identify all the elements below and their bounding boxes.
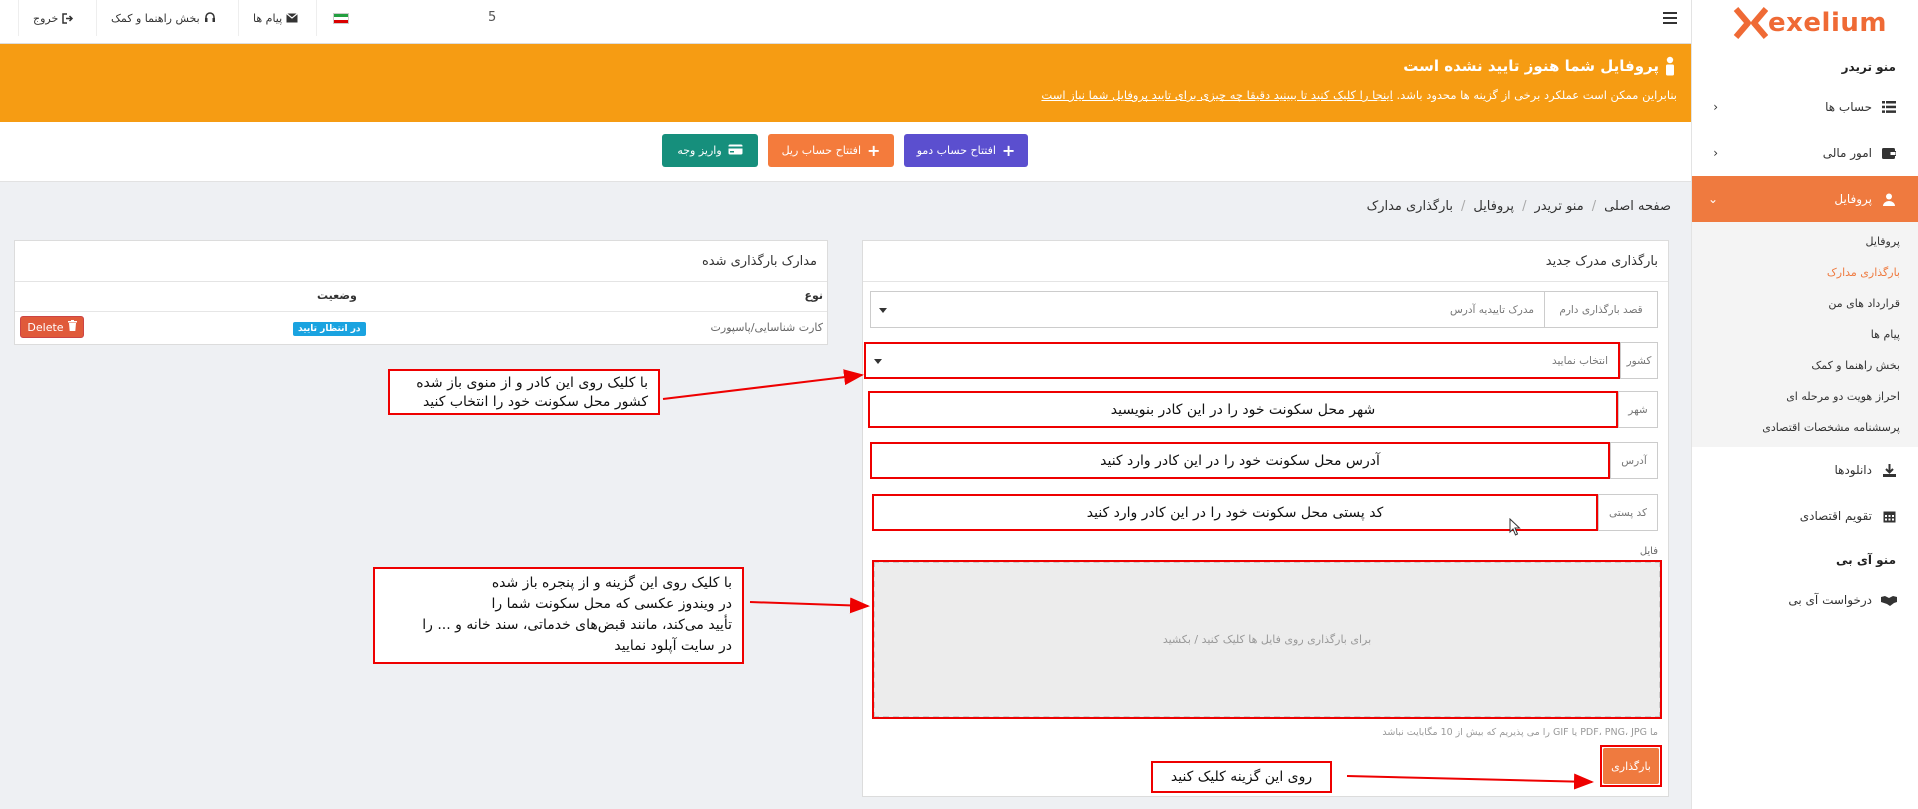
credit-card-icon [728,144,743,158]
delete-button[interactable]: Delete [20,316,84,338]
banner-text: بنابراین ممکن است عملکرد برخی از گزینه ه… [1396,88,1677,102]
upload-panel-title: بارگذاری مدرک جدید [863,241,1668,282]
submenu-item-messages[interactable]: پیام ها [1692,319,1918,350]
headset-icon [204,12,216,24]
submenu-item-contracts[interactable]: قرارداد های من [1692,288,1918,319]
sidebar-item-finance[interactable]: امور مالی ‹ [1692,130,1918,176]
plus-icon: + [867,140,881,160]
ib-menu-title: منو آی بی [1836,553,1896,567]
sidebar-item-accounts[interactable]: حساب ها ‹ [1692,84,1918,130]
breadcrumb-home[interactable]: صفحه اصلی [1604,199,1671,214]
language-flag[interactable] [316,0,364,36]
country-select[interactable]: انتخاب نمایید [864,342,1620,379]
trader-menu-title: منو تریدر [1841,60,1896,74]
chevron-down-icon [874,358,882,364]
trash-icon [67,320,77,334]
postal-code-input[interactable]: کد پستی محل سکونت خود را در این کادر وار… [872,494,1598,531]
chevron-down-icon [879,307,887,313]
status-badge: در انتظار تایید [293,322,366,336]
document-type-cell: کارت شناسایی/پاسپورت [710,321,823,334]
sign-out-icon [62,12,74,24]
column-status: وضعیت [317,289,357,302]
help-link[interactable]: بخش راهنما و کمک [96,0,230,36]
chevron-down-icon: ⌄ [1707,192,1718,206]
chevron-left-icon: ‹ [1713,146,1718,160]
exelium-logo-icon [1732,5,1769,41]
sidebar: exelium منو تریدر حساب ها ‹ امور مالی ‹ … [1691,0,1918,809]
open-demo-account-button[interactable]: + افتتاح حساب دمو [904,134,1028,167]
sidebar-item-profile[interactable]: پروفایل ⌄ [1692,176,1918,222]
country-annotation: با کلیک روی این کادر و از منوی باز شده ک… [388,369,660,415]
postal-instruction: کد پستی محل سکونت خود را در این کادر وار… [872,494,1598,531]
banner-title: پروفایل شما هنوز تایید نشده است [1403,57,1659,75]
notification-count: 5 [488,10,497,25]
open-real-account-button[interactable]: + افتتاح حساب ریل [768,134,894,167]
list-icon [1880,101,1898,113]
profile-warning-banner: پروفایل شما هنوز تایید نشده است بنابراین… [0,44,1691,122]
file-label: فایل [1639,546,1658,557]
address-row: آدرس آدرس محل سکونت خود را در این کادر و… [870,442,1658,479]
postal-label: کد پستی [1598,494,1658,531]
document-type-select[interactable]: مدرک تاییدیه آدرس [870,291,1544,328]
file-hint: ما PDF، PNG، JPG یا GIF را می پذیریم که … [1382,727,1658,738]
chevron-left-icon: ‹ [1713,100,1718,114]
wallet-icon [1880,147,1898,159]
address-label: آدرس [1610,442,1658,479]
upload-submit-button[interactable]: بارگذاری [1603,748,1659,784]
plus-icon: + [1001,140,1016,160]
download-icon [1880,463,1898,477]
breadcrumb-current: بارگذاری مدارک [1366,199,1453,214]
country-row: کشور انتخاب نمایید [864,342,1658,379]
city-instruction: شهر محل سکونت خود را در این کادر بنویسید [868,391,1618,428]
handshake-icon [1880,595,1898,606]
city-row: شهر شهر محل سکونت خود را در این کادر بنو… [868,391,1658,428]
envelope-icon [286,13,299,23]
sidebar-item-ib-request[interactable]: درخواست آی بی [1692,577,1918,623]
file-dropzone[interactable]: برای بارگذاری روی فایل ها کلیک کنید / بک… [873,561,1661,718]
country-arrow [662,369,864,400]
logout-link[interactable]: خروج [18,0,88,36]
city-label: شهر [1618,391,1658,428]
user-icon [1663,56,1677,76]
action-bar: + افتتاح حساب دمو + افتتاح حساب ریل واری… [0,122,1691,182]
submenu-item-profile[interactable]: پروفایل [1692,226,1918,257]
mouse-cursor-icon [1509,517,1521,539]
brand-logo[interactable]: exelium [1692,0,1918,46]
uploaded-panel-title: مدارک بارگذاری شده [15,241,827,282]
postal-row: کد پستی کد پستی محل سکونت خود را در این … [872,494,1658,531]
upload-document-panel: بارگذاری مدرک جدید قصد بارگذاری دارم مدر… [862,240,1669,797]
breadcrumb-profile[interactable]: پروفایل [1473,199,1514,214]
file-annotation: با کلیک روی این گزینه و از پنجره باز شده… [373,567,744,664]
submenu-item-questionnaire[interactable]: پرسشنامه مشخصات اقتصادی [1692,412,1918,443]
sidebar-item-calendar[interactable]: تقویم اقتصادی [1692,493,1918,539]
submit-annotation: روی این گزینه کلیک کنید [1151,761,1332,793]
profile-submenu: پروفایل بارگذاری مدارک قرارداد های من پی… [1692,222,1918,447]
submenu-item-2fa[interactable]: احراز هویت دو مرحله ای [1692,381,1918,412]
intent-row: قصد بارگذاری دارم مدرک تاییدیه آدرس [870,291,1658,328]
iran-flag-icon [332,12,349,24]
uploaded-documents-panel: مدارک بارگذاری شده نوع وضعیت کارت شناسای… [14,240,828,345]
table-row: کارت شناسایی/پاسپورت در انتظار تایید Del… [15,311,827,345]
city-input[interactable]: شهر محل سکونت خود را در این کادر بنویسید [868,391,1618,428]
deposit-button[interactable]: واریز وجه [662,134,758,167]
column-type: نوع [804,289,823,302]
address-input[interactable]: آدرس محل سکونت خود را در این کادر وارد ک… [870,442,1610,479]
file-arrow [749,597,870,614]
submenu-item-help[interactable]: بخش راهنما و کمک [1692,350,1918,381]
address-instruction: آدرس محل سکونت خود را در این کادر وارد ک… [870,442,1610,479]
hamburger-menu-icon[interactable] [1663,11,1677,25]
profile-requirements-link[interactable]: اینجا را کلیک کنید تا ببینید دقیقا چه چی… [1041,88,1392,102]
submenu-item-upload-documents[interactable]: بارگذاری مدارک [1692,257,1918,288]
messages-link[interactable]: پیام ها [238,0,312,36]
intent-label: قصد بارگذاری دارم [1544,291,1658,328]
brand-name: exelium [1768,8,1887,38]
country-label: کشور [1620,342,1658,379]
breadcrumb-trader-menu[interactable]: منو تریدر [1534,199,1583,214]
sidebar-item-downloads[interactable]: دانلودها [1692,447,1918,493]
top-bar: 5 پیام ها بخش راهنما و کمک خروج [0,0,1691,44]
breadcrumb: صفحه اصلی / منو تریدر / پروفایل / بارگذاری … [1366,199,1671,214]
user-icon [1880,193,1898,206]
calendar-icon [1880,510,1898,523]
